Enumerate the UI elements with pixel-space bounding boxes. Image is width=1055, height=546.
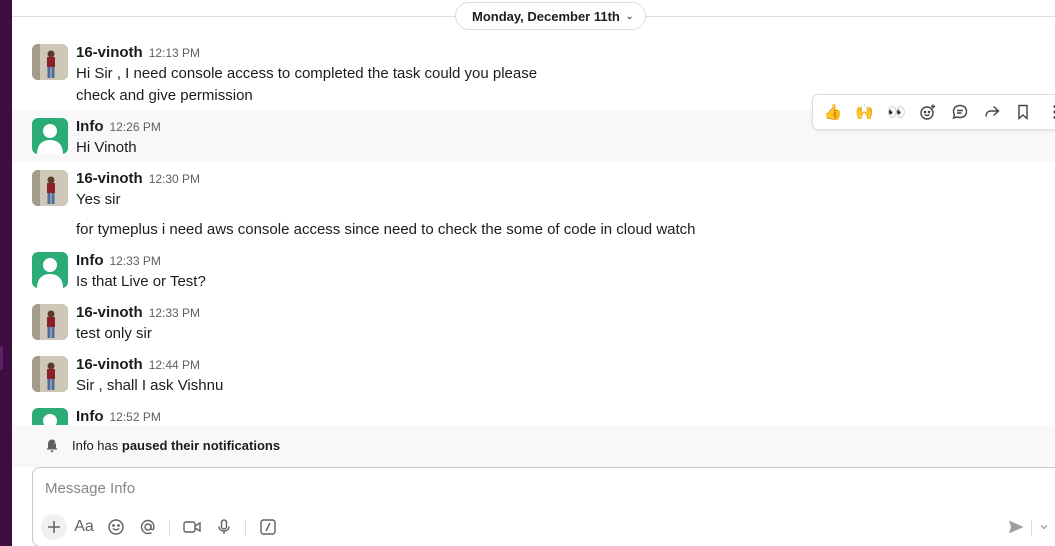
reaction-eyes-button[interactable]: 👀 <box>881 96 913 128</box>
sidebar-active-indicator <box>0 346 3 370</box>
message-text: Yes sir <box>76 191 121 208</box>
send-arrow-icon <box>1009 520 1024 534</box>
message-text: for tymeplus i need aws console access s… <box>76 221 696 238</box>
add-reaction-icon <box>920 104 936 120</box>
record-audio-button[interactable] <box>211 514 237 540</box>
user-silhouette-icon <box>37 124 63 154</box>
reply-in-thread-button[interactable] <box>944 96 976 128</box>
banner-text: Info has paused their notifications <box>72 438 281 453</box>
chevron-down-icon <box>1040 525 1048 530</box>
bell-snooze-icon: z <box>44 438 60 457</box>
message-author[interactable]: 16-vinoth 12:13 PM <box>76 44 200 61</box>
mention-button[interactable] <box>135 514 161 540</box>
avatar[interactable] <box>32 44 68 80</box>
record-video-button[interactable] <box>179 514 205 540</box>
video-camera-icon <box>183 521 201 533</box>
save-for-later-button[interactable] <box>1008 96 1040 128</box>
message-pane: Monday, December 11th ⌄ 16-vinoth 12:13 P… <box>12 0 1055 546</box>
bookmark-icon <box>1018 104 1029 121</box>
message-text: Hi Sir , I need console access to comple… <box>76 65 538 82</box>
person-photo-icon <box>32 356 68 392</box>
message-author[interactable]: Info 12:52 PM <box>76 408 161 425</box>
avatar[interactable] <box>32 170 68 206</box>
svg-text:z: z <box>54 440 57 446</box>
message-timestamp[interactable]: 12:26 PM <box>110 120 161 134</box>
add-reaction-button[interactable] <box>912 96 944 128</box>
forward-message-button[interactable] <box>976 96 1008 128</box>
message-text: test only sir <box>76 325 152 342</box>
message-author[interactable]: Info 12:33 PM <box>76 252 161 269</box>
user-silhouette-icon <box>37 258 63 288</box>
formatting-button[interactable]: Aa <box>71 514 97 540</box>
message-timestamp[interactable]: 12:52 PM <box>110 410 161 424</box>
thread-icon <box>952 104 968 120</box>
emoji-button[interactable] <box>103 514 129 540</box>
avatar[interactable] <box>32 304 68 340</box>
message-author[interactable]: Info 12:26 PM <box>76 118 161 135</box>
avatar[interactable] <box>32 118 68 154</box>
date-divider-button[interactable]: Monday, December 11th ⌄ <box>455 2 647 30</box>
message-text: Is that Live or Test? <box>76 273 206 290</box>
person-photo-icon <box>32 304 68 340</box>
send-button[interactable] <box>1003 514 1029 540</box>
chevron-down-icon: ⌄ <box>625 10 634 21</box>
message-timestamp[interactable]: 12:30 PM <box>149 172 200 186</box>
shortcuts-button[interactable] <box>255 514 281 540</box>
message: 16-vinoth 12:30 PM Yes sir <box>12 164 1055 216</box>
message: Info 12:52 PM <box>12 402 1055 425</box>
message: Info 12:33 PM Is that Live or Test? <box>12 246 1055 298</box>
message-timestamp[interactable]: 12:33 PM <box>110 254 161 268</box>
at-sign-icon <box>140 519 155 535</box>
banner-bold-text: paused their notifications <box>121 438 281 453</box>
reaction-raised-hands-button[interactable]: 🙌 <box>849 96 881 128</box>
message: 16-vinoth 12:44 PM Sir , shall I ask Vish… <box>12 350 1055 402</box>
message: 16-vinoth 12:33 PM test only sir <box>12 298 1055 350</box>
attach-button[interactable] <box>41 514 67 540</box>
smiley-icon <box>108 519 124 535</box>
microphone-icon <box>218 519 230 534</box>
avatar[interactable] <box>32 356 68 392</box>
toolbar-separator <box>169 520 170 536</box>
plus-icon <box>48 521 60 533</box>
message-input[interactable] <box>45 476 945 500</box>
message-author[interactable]: 16-vinoth 12:30 PM <box>76 170 200 187</box>
reaction-thumbs-up-button[interactable]: 👍 <box>817 96 849 128</box>
message-composer: Aa <box>32 467 1055 546</box>
vertical-ellipsis-icon <box>1053 105 1055 119</box>
more-actions-button[interactable] <box>1039 96 1055 128</box>
message-actions-toolbar: 👍 🙌 👀 <box>812 94 1055 130</box>
workspace-sidebar-edge <box>0 0 12 546</box>
toolbar-separator <box>1031 520 1032 536</box>
slash-command-icon <box>260 519 276 535</box>
notifications-paused-banner: z Info has paused their notifications <box>12 425 1055 467</box>
message-timestamp[interactable]: 12:44 PM <box>149 358 200 372</box>
person-photo-icon <box>32 170 68 206</box>
message-author[interactable]: 16-vinoth 12:44 PM <box>76 356 200 373</box>
schedule-send-dropdown[interactable] <box>1035 514 1053 540</box>
message-timestamp[interactable]: 12:33 PM <box>149 306 200 320</box>
message-text: Hi Vinoth <box>76 139 137 156</box>
avatar[interactable] <box>32 252 68 288</box>
avatar[interactable] <box>32 408 68 425</box>
message: for tymeplus i need aws console access s… <box>12 216 1055 246</box>
message-text: Sir , shall I ask Vishnu <box>76 377 224 394</box>
user-silhouette-icon <box>43 414 57 425</box>
share-arrow-icon <box>984 105 1000 117</box>
date-divider-label: Monday, December 11th <box>472 8 620 24</box>
toolbar-separator <box>245 520 246 536</box>
message-text: check and give permission <box>76 87 253 104</box>
message-author[interactable]: 16-vinoth 12:33 PM <box>76 304 200 321</box>
person-photo-icon <box>32 44 68 80</box>
message-timestamp[interactable]: 12:13 PM <box>149 46 200 60</box>
